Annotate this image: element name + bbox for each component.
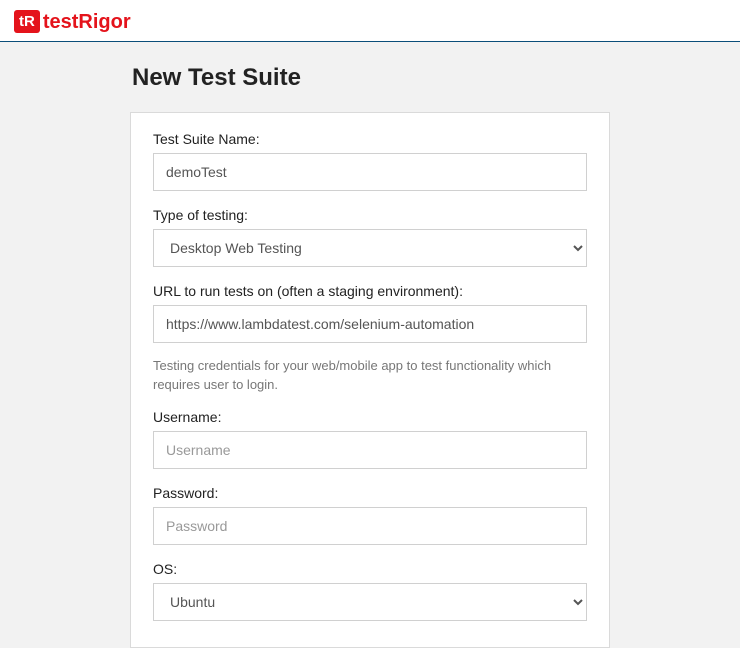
password-input[interactable] [153,507,587,545]
new-test-suite-form: Test Suite Name: Type of testing: Deskto… [130,112,610,648]
brand-badge-icon: tR [14,10,40,33]
password-label: Password: [153,485,587,501]
type-of-testing-label: Type of testing: [153,207,587,223]
test-suite-name-input[interactable] [153,153,587,191]
site-header: tR testRigor [0,0,740,41]
username-label: Username: [153,409,587,425]
credentials-hint: Testing credentials for your web/mobile … [153,357,587,395]
page-title: New Test Suite [132,64,610,92]
test-suite-name-label: Test Suite Name: [153,131,587,147]
page-content: New Test Suite Test Suite Name: Type of … [0,42,740,648]
url-label: URL to run tests on (often a staging env… [153,283,587,299]
type-of-testing-select[interactable]: Desktop Web Testing [153,229,587,267]
os-select[interactable]: Ubuntu [153,583,587,621]
os-label: OS: [153,561,587,577]
url-input[interactable] [153,305,587,343]
brand-logo[interactable]: tR testRigor [14,10,726,33]
username-input[interactable] [153,431,587,469]
brand-name: testRigor [42,12,131,32]
